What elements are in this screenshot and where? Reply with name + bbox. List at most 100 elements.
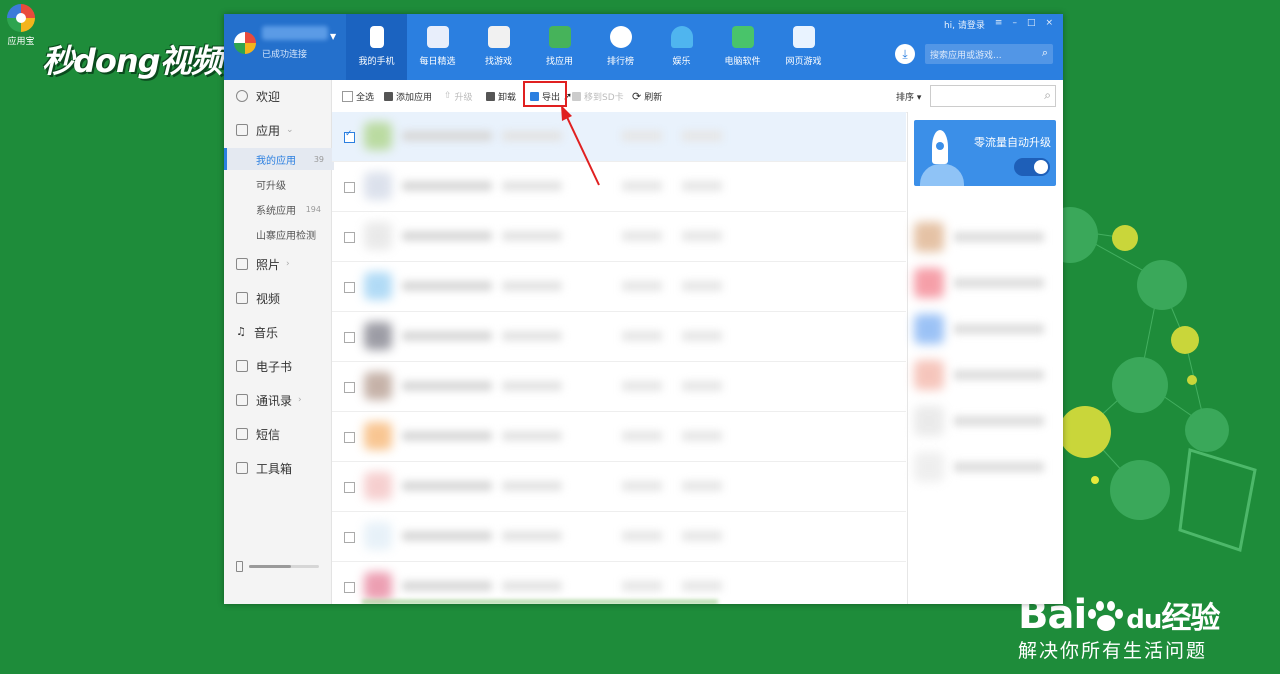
uninstall-button[interactable]: 卸载 bbox=[486, 80, 516, 112]
account-panel[interactable]: 已成功连接 ▼ bbox=[224, 14, 346, 80]
yingyongbao-logo-icon bbox=[7, 4, 35, 32]
list-item[interactable] bbox=[914, 312, 1054, 348]
sidebar-item-label: 视频 bbox=[256, 291, 281, 306]
desktop-app-icon[interactable]: 应用宝 bbox=[4, 4, 38, 47]
sidebar-item-welcome[interactable]: 欢迎 bbox=[224, 84, 331, 108]
chevron-right-icon: › bbox=[298, 395, 302, 405]
list-item[interactable] bbox=[914, 266, 1054, 302]
minimize-icon[interactable]: – bbox=[1012, 18, 1017, 31]
row-checkbox[interactable] bbox=[344, 532, 355, 543]
row-checkbox[interactable] bbox=[344, 282, 355, 293]
maximize-icon[interactable]: □ bbox=[1027, 18, 1036, 31]
sidebar-item-toolbox[interactable]: 工具箱 bbox=[224, 456, 331, 480]
list-search-input[interactable]: ⌕ bbox=[930, 85, 1056, 107]
blurred-text bbox=[502, 381, 562, 391]
tab-find-games[interactable]: 找游戏 bbox=[468, 14, 529, 80]
refresh-button[interactable]: ⟳ 刷新 bbox=[632, 80, 662, 112]
table-row[interactable] bbox=[332, 562, 906, 604]
blurred-app-icon bbox=[364, 472, 392, 500]
search-icon[interactable]: ⌕ bbox=[1042, 46, 1048, 60]
sidebar-sub-system-apps[interactable]: 系统应用 194 bbox=[224, 198, 331, 220]
move-to-sd-button[interactable]: 移到SD卡 bbox=[572, 80, 624, 112]
banner-text: 零流量自动升级 bbox=[974, 136, 1051, 149]
tab-label: 网页游戏 bbox=[785, 57, 822, 67]
toolbox-icon bbox=[236, 462, 248, 474]
table-row[interactable] bbox=[332, 212, 906, 262]
add-app-label: 添加应用 bbox=[396, 92, 433, 103]
list-toolbar: 全选 添加应用 ⇧ 升级 卸载 导出 ➚ 移到SD卡 ⟳ 刷新 排序 ▾ ⌕ bbox=[332, 80, 1063, 113]
table-row[interactable] bbox=[332, 462, 906, 512]
app-logo-icon bbox=[234, 32, 256, 54]
toggle-knob bbox=[1034, 160, 1048, 174]
sidebar-item-music[interactable]: ♫ 音乐 bbox=[224, 320, 331, 344]
row-checkbox[interactable] bbox=[344, 232, 355, 243]
sidebar-sub-my-apps[interactable]: 我的应用 39 bbox=[224, 148, 334, 170]
download-manager-icon[interactable]: ⤓ bbox=[895, 44, 915, 64]
sidebar-item-label: 电子书 bbox=[256, 359, 293, 374]
blurred-app-icon bbox=[364, 522, 392, 550]
sidebar-item-videos[interactable]: 视频 bbox=[224, 286, 331, 310]
table-row[interactable] bbox=[332, 412, 906, 462]
tab-daily-picks[interactable]: 每日精选 bbox=[407, 14, 468, 80]
chevron-down-icon[interactable]: ▼ bbox=[330, 32, 336, 41]
sidebar-item-ebooks[interactable]: 电子书 bbox=[224, 354, 331, 378]
tab-label: 娱乐 bbox=[672, 57, 691, 67]
select-all-checkbox[interactable]: 全选 bbox=[342, 80, 374, 112]
table-row[interactable] bbox=[332, 262, 906, 312]
tab-my-phone[interactable]: 我的手机 bbox=[346, 14, 407, 80]
table-row[interactable] bbox=[332, 162, 906, 212]
sidebar-sub-fake-app-check[interactable]: 山寨应用检测 bbox=[224, 223, 331, 245]
blurred-app-icon bbox=[364, 422, 392, 450]
list-item[interactable] bbox=[914, 404, 1054, 440]
sort-label: 排序 ▾ bbox=[896, 92, 922, 103]
close-icon[interactable]: × bbox=[1045, 18, 1053, 31]
sort-dropdown[interactable]: 排序 ▾ bbox=[896, 80, 921, 112]
table-row[interactable] bbox=[332, 112, 906, 162]
top-search-input[interactable]: 搜索应用或游戏... ⌕ bbox=[925, 44, 1053, 64]
blurred-app-icon bbox=[364, 372, 392, 400]
menu-icon[interactable]: ≡ bbox=[995, 18, 1003, 31]
table-row[interactable] bbox=[332, 312, 906, 362]
sidebar-item-apps[interactable]: 应用 ⌄ bbox=[224, 118, 331, 142]
blurred-app-icon bbox=[364, 222, 392, 250]
sidebar-item-label: 应用 bbox=[256, 123, 281, 138]
plus-square-icon bbox=[384, 91, 393, 101]
row-checkbox[interactable] bbox=[344, 182, 355, 193]
row-checkbox[interactable] bbox=[344, 129, 355, 143]
row-checkbox[interactable] bbox=[344, 382, 355, 393]
blurred-app-icon bbox=[364, 322, 392, 350]
blurred-text bbox=[402, 281, 492, 291]
sidebar-item-photos[interactable]: 照片 › bbox=[224, 252, 331, 276]
sidebar-item-label: 音乐 bbox=[254, 325, 279, 340]
sidebar-sub-upgradable[interactable]: 可升级 bbox=[224, 173, 331, 195]
tab-pc-software[interactable]: 电脑软件 bbox=[712, 14, 773, 80]
list-item[interactable] bbox=[914, 220, 1054, 256]
list-item[interactable] bbox=[914, 358, 1054, 394]
sidebar-item-sms[interactable]: 短信 bbox=[224, 422, 331, 446]
login-link[interactable]: hi, 请登录 bbox=[944, 18, 985, 31]
table-row[interactable] bbox=[332, 362, 906, 412]
list-item[interactable] bbox=[914, 450, 1054, 486]
tab-rankings[interactable]: 排行榜 bbox=[590, 14, 651, 80]
sidebar-item-contacts[interactable]: 通讯录 › bbox=[224, 388, 331, 412]
blurred-text bbox=[954, 278, 1044, 288]
search-icon[interactable]: ⌕ bbox=[1044, 88, 1051, 103]
tab-entertainment[interactable]: 娱乐 bbox=[651, 14, 712, 80]
blurred-text bbox=[502, 581, 562, 591]
row-checkbox[interactable] bbox=[344, 582, 355, 593]
table-row[interactable] bbox=[332, 512, 906, 562]
storage-indicator bbox=[236, 561, 319, 572]
auto-upgrade-toggle[interactable] bbox=[1014, 158, 1050, 176]
storage-bar-fill bbox=[249, 565, 291, 568]
blurred-app-icon bbox=[914, 452, 944, 482]
row-checkbox[interactable] bbox=[344, 482, 355, 493]
add-app-button[interactable]: 添加应用 bbox=[384, 80, 432, 112]
blurred-text bbox=[622, 481, 662, 491]
baidu-slogan: 解决你所有生活问题 bbox=[1018, 640, 1208, 662]
upgrade-button[interactable]: ⇧ 升级 bbox=[444, 80, 473, 112]
row-checkbox[interactable] bbox=[344, 432, 355, 443]
web-game-icon bbox=[792, 26, 815, 48]
tab-web-games[interactable]: 网页游戏 bbox=[773, 14, 834, 80]
tab-find-apps[interactable]: 找应用 bbox=[529, 14, 590, 80]
row-checkbox[interactable] bbox=[344, 332, 355, 343]
